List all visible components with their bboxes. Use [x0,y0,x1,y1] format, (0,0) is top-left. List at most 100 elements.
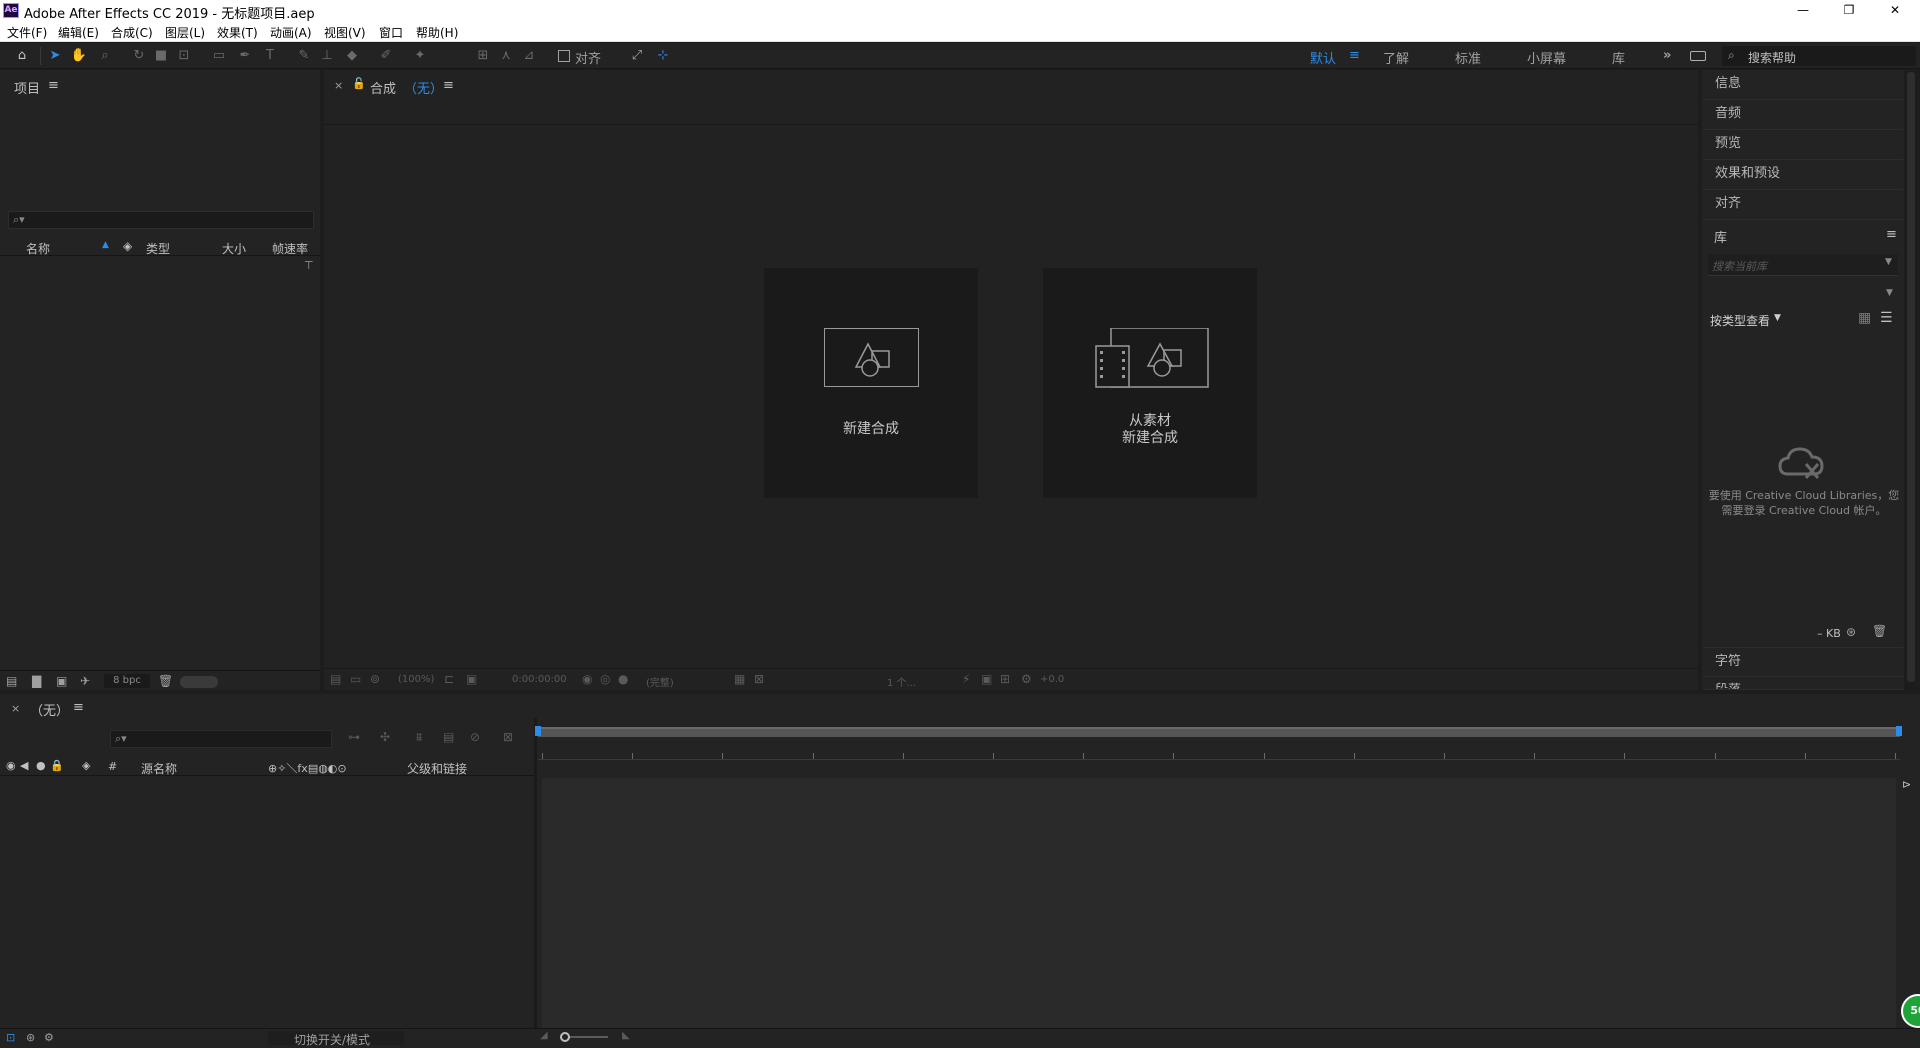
comp-tab-title[interactable]: 合成 [370,78,396,97]
menu-edit[interactable]: 编辑(E) [58,24,99,41]
library-dropdown-icon[interactable]: ▼ [1886,288,1893,298]
close-tab-icon[interactable]: × [11,702,20,715]
cc-sync-icon[interactable]: ⊛ [1846,625,1856,639]
motion-blur-icon[interactable]: ⊘ [470,730,480,744]
world-axis-icon[interactable]: ⋏ [497,47,515,65]
library-title[interactable]: 库 [1714,227,1727,246]
menu-help[interactable]: 帮助(H) [416,24,458,41]
project-panel-title[interactable]: 项目 [14,78,40,97]
color-channel-icon[interactable]: ● [618,672,628,686]
hand-tool-icon[interactable]: ✋ [70,47,88,65]
list-view-icon[interactable]: ☰ [1880,310,1893,326]
region-icon[interactable]: ▣ [466,672,477,686]
transfer-controls-icon[interactable]: ⊛ [26,1031,35,1044]
work-area-end-handle[interactable] [1896,726,1902,736]
show-snapshot-icon[interactable]: ◎ [600,672,610,686]
transparency-grid-icon[interactable]: ▦ [734,672,745,686]
shy-layers-icon[interactable]: ⩩ [416,730,422,745]
selection-tool-icon[interactable]: ➤ [46,47,64,65]
align-panel-tab[interactable]: 对齐 [1703,190,1903,220]
frame-blending-icon[interactable]: ▤ [443,730,454,744]
stretch-controls-icon[interactable]: ⚙ [44,1031,54,1044]
layer-number-column[interactable]: # [108,760,117,773]
eye-icon[interactable]: ◉ [6,759,16,772]
reset-exposure-icon[interactable]: ⚙ [1021,672,1032,686]
audio-icon[interactable]: ◀ [20,759,28,772]
render-queue-icon[interactable]: ✈ [80,674,90,688]
minimize-button[interactable]: — [1780,0,1826,21]
zoom-in-icon[interactable]: ◣ [622,1030,630,1041]
toggle-switches-button[interactable]: 切换开关/模式 [268,1031,404,1047]
comp-button-icon[interactable]: ⊳ [1902,778,1911,791]
column-framerate[interactable]: 帧速率 [272,240,308,257]
menu-layer[interactable]: 图层(L) [165,24,205,41]
interpret-footage-icon[interactable]: ▤ [6,674,17,688]
library-menu-icon[interactable]: ≡ [1886,227,1897,242]
zoom-out-icon[interactable]: ◢ [540,1030,548,1041]
menu-composition[interactable]: 合成(C) [111,24,153,41]
zoom-slider-handle[interactable] [560,1032,570,1042]
solo-icon[interactable]: ● [36,759,46,772]
restore-button[interactable]: ❐ [1826,0,1872,21]
timeline-icon[interactable]: ▣ [981,672,992,686]
close-tab-icon[interactable]: × [334,79,343,92]
clone-stamp-tool-icon[interactable]: ⊥ [318,47,336,65]
help-search-input[interactable]: 搜索帮助 [1748,49,1796,66]
comp-mini-flowchart-icon[interactable]: ⊶ [348,730,360,744]
time-ruler[interactable] [538,746,1900,760]
monitor-icon[interactable]: ▭ [350,672,361,686]
view-axis-icon[interactable]: ⊿ [520,47,538,65]
chevron-down-icon[interactable]: ▼ [1885,257,1892,267]
more-workspaces-icon[interactable]: » [1663,48,1671,63]
help-search-box[interactable]: ⌕ 搜索帮助 [1722,46,1916,66]
layer-switches-icons[interactable]: ⊕✧＼fx▤◍◐⊙ [268,760,347,776]
grid-view-icon[interactable]: ▦ [1858,310,1871,326]
timeline-search-input[interactable]: ⌕▾ [110,730,332,748]
workspace-standard[interactable]: 标准 [1455,48,1481,67]
eraser-tool-icon[interactable]: ◆ [343,47,361,65]
draft-3d-icon[interactable]: ✣ [380,730,390,744]
snap-target-icon[interactable]: ⊹ [654,47,672,65]
workspace-small-screen[interactable]: 小屏幕 [1527,48,1566,67]
text-tool-icon[interactable]: T [261,47,279,65]
label-tag-icon[interactable]: ◈ [82,759,90,772]
sync-settings-icon[interactable] [1690,51,1706,61]
zoom-tool-icon[interactable]: ⌕ [96,47,114,65]
mask-icon[interactable]: ⊚ [370,672,380,686]
right-scrollbar[interactable] [1906,70,1916,690]
menu-effect[interactable]: 效果(T) [217,24,258,41]
new-composition-icon[interactable]: ▣ [56,674,67,688]
layer-switches-toggle-icon[interactable]: ⊡ [6,1031,15,1044]
comp-flowchart-icon[interactable]: ⊞ [1000,672,1010,686]
views-dropdown[interactable]: 1 个... [887,674,916,689]
toggle-viewer-icon[interactable]: ▤ [330,672,341,686]
camera-tool-icon[interactable]: ■ [152,47,170,65]
resolution-icon[interactable]: ⊏ [444,672,454,686]
roto-brush-tool-icon[interactable]: ✐ [377,47,395,65]
menu-window[interactable]: 窗口 [379,24,403,41]
new-comp-from-footage-card[interactable]: 从素材 新建合成 [1043,268,1257,498]
panel-menu-icon[interactable]: ≡ [48,78,59,93]
trash-icon[interactable]: 🗑 [1872,624,1887,638]
info-panel-tab[interactable]: 信息 [1703,70,1903,100]
local-axis-icon[interactable]: ⊞ [474,47,492,65]
paragraph-panel-tab[interactable]: 段落 [1703,677,1903,690]
column-type[interactable]: 类型 [146,240,170,257]
source-name-column[interactable]: 源名称 [141,760,177,777]
rotate-tool-icon[interactable]: ↻ [130,47,148,65]
snapshot-icon[interactable]: ◉ [582,672,592,686]
snap-feather-icon[interactable]: ⤢ [628,47,646,65]
new-composition-card[interactable]: 新建合成 [764,268,978,498]
workspace-menu-icon[interactable]: ≡ [1349,48,1360,63]
exposure-value[interactable]: +0.0 [1040,674,1064,685]
new-folder-icon[interactable]: ▇ [32,674,41,688]
work-area-start-handle[interactable] [535,726,541,736]
comp-tab-name[interactable]: （无） [404,78,443,97]
character-panel-tab[interactable]: 字符 [1703,647,1903,677]
puppet-tool-icon[interactable]: ✦ [411,47,429,65]
effects-presets-tab[interactable]: 效果和预设 [1703,160,1903,190]
snap-checkbox[interactable] [558,50,570,62]
menu-view[interactable]: 视图(V) [324,24,366,41]
fast-preview-icon[interactable]: ⚡ [962,672,970,686]
preview-panel-tab[interactable]: 预览 [1703,130,1903,160]
